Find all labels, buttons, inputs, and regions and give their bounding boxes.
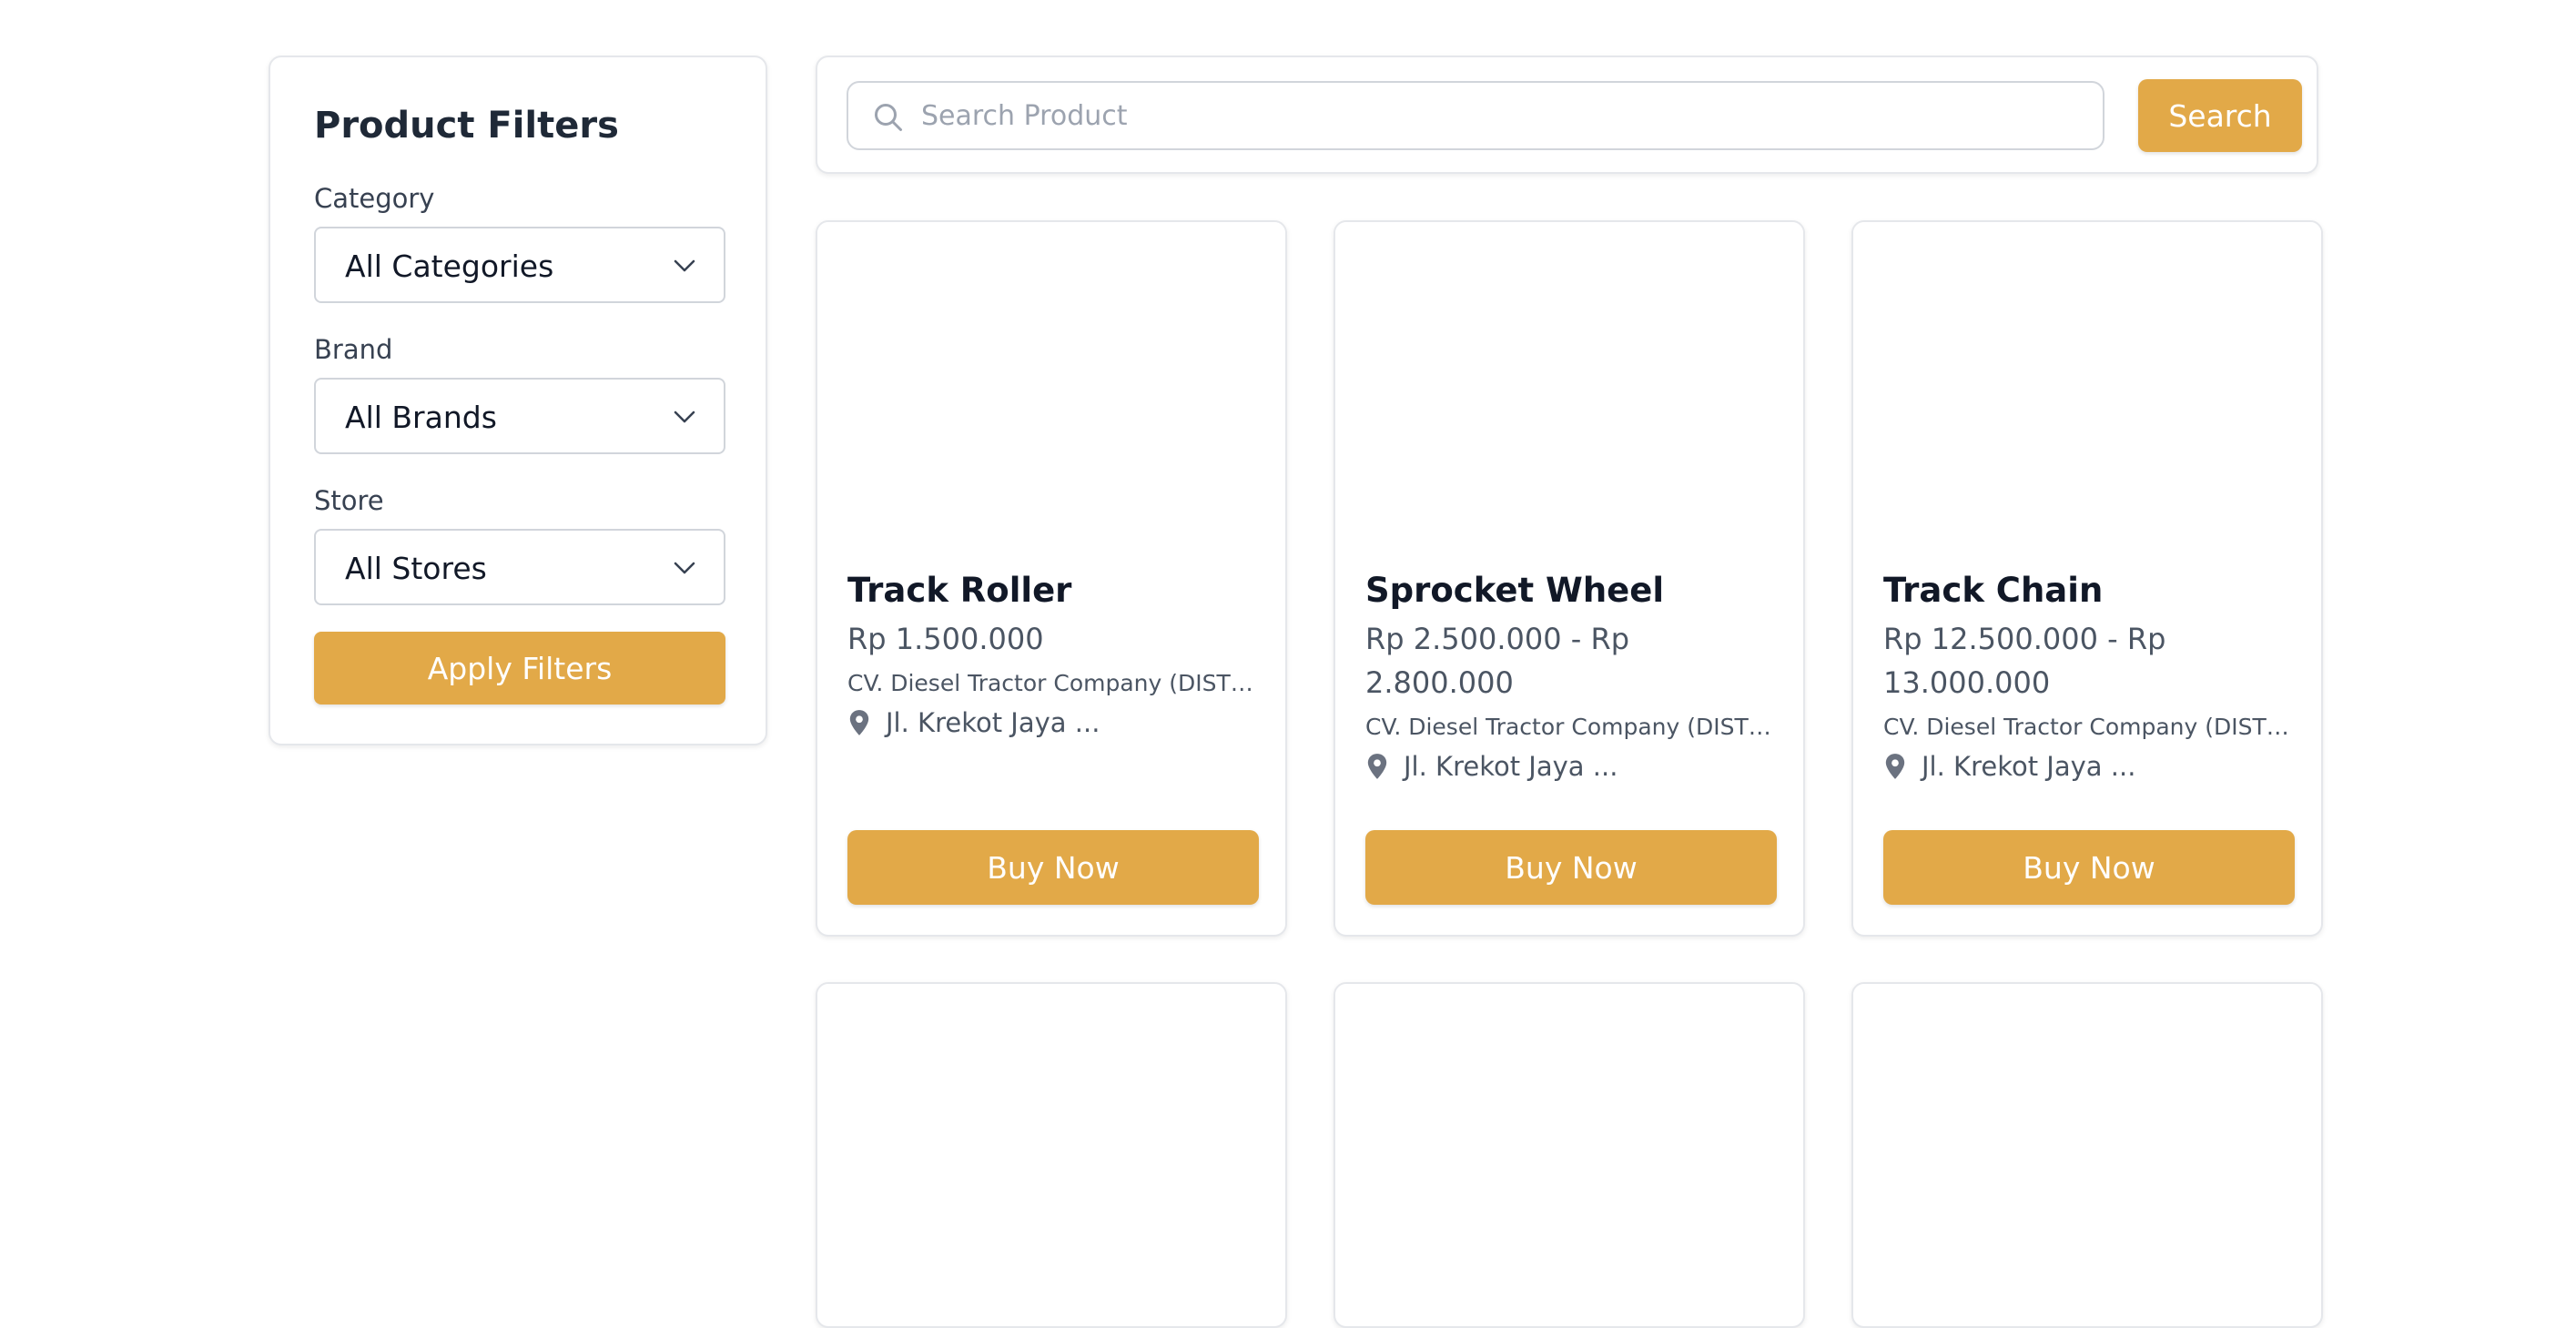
product-location-text: Jl. Krekot Jaya ... <box>886 707 1100 738</box>
product-price: Rp 1.500.000 <box>847 622 1044 656</box>
search-icon <box>875 104 902 131</box>
category-select-value: All Categories <box>345 248 554 284</box>
search-bar-panel: Search <box>816 56 2318 174</box>
product-location: Jl. Krekot Jaya ... <box>1883 751 2291 782</box>
product-image <box>1853 222 2321 384</box>
brand-select[interactable]: All Brands <box>314 378 725 454</box>
product-store: CV. Diesel Tractor Company (DISTR... <box>1883 714 2291 740</box>
product-store: CV. Diesel Tractor Company (DISTR... <box>1365 714 1773 740</box>
map-pin-icon <box>1885 754 1905 779</box>
store-label: Store <box>314 485 384 516</box>
category-select[interactable]: All Categories <box>314 227 725 303</box>
buy-now-button[interactable]: Buy Now <box>1365 830 1777 905</box>
product-price: Rp 12.500.000 - Rp 13.000.000 <box>1883 622 2166 700</box>
buy-now-button[interactable]: Buy Now <box>847 830 1259 905</box>
product-card <box>816 982 1287 1328</box>
product-image <box>817 984 1285 1146</box>
product-image <box>1335 984 1803 1146</box>
search-button[interactable]: Search <box>2138 79 2302 152</box>
apply-filters-button[interactable]: Apply Filters <box>314 632 725 705</box>
product-card: Track Chain Rp 12.500.000 - Rp 13.000.00… <box>1851 220 2323 937</box>
chevron-down-icon <box>674 562 695 574</box>
search-field[interactable] <box>847 81 2104 150</box>
brand-label: Brand <box>314 334 393 365</box>
map-pin-icon <box>1367 754 1387 779</box>
product-price: Rp 2.500.000 - Rp 2.800.000 <box>1365 622 1630 700</box>
map-pin-icon <box>849 710 869 735</box>
product-name: Track Chain <box>1883 571 2104 610</box>
product-name: Track Roller <box>847 571 1072 610</box>
product-card <box>1334 982 1805 1328</box>
product-image <box>1335 222 1803 384</box>
product-location-text: Jl. Krekot Jaya ... <box>1922 751 2136 782</box>
filters-title: Product Filters <box>314 105 619 147</box>
product-card <box>1851 982 2323 1328</box>
product-card-body: Track Roller Rp 1.500.000 CV. Diesel Tra… <box>847 568 1255 738</box>
brand-select-value: All Brands <box>345 400 497 435</box>
category-label: Category <box>314 183 435 214</box>
product-location: Jl. Krekot Jaya ... <box>1365 751 1773 782</box>
product-image <box>817 222 1285 384</box>
chevron-down-icon <box>674 259 695 272</box>
product-name: Sprocket Wheel <box>1365 571 1665 610</box>
store-select[interactable]: All Stores <box>314 529 725 605</box>
product-card-body: Sprocket Wheel Rp 2.500.000 - Rp 2.800.0… <box>1365 568 1773 782</box>
product-filters-panel: Product Filters Category All Categories … <box>269 56 767 745</box>
product-location-text: Jl. Krekot Jaya ... <box>1404 751 1618 782</box>
store-select-value: All Stores <box>345 551 487 586</box>
product-image <box>1853 984 2321 1146</box>
product-card: Sprocket Wheel Rp 2.500.000 - Rp 2.800.0… <box>1334 220 1805 937</box>
product-card-body: Track Chain Rp 12.500.000 - Rp 13.000.00… <box>1883 568 2291 782</box>
search-input[interactable] <box>919 92 2084 139</box>
product-store: CV. Diesel Tractor Company (DISTR... <box>847 670 1255 696</box>
buy-now-button[interactable]: Buy Now <box>1883 830 2295 905</box>
chevron-down-icon <box>674 411 695 423</box>
product-location: Jl. Krekot Jaya ... <box>847 707 1255 738</box>
product-card: Track Roller Rp 1.500.000 CV. Diesel Tra… <box>816 220 1287 937</box>
